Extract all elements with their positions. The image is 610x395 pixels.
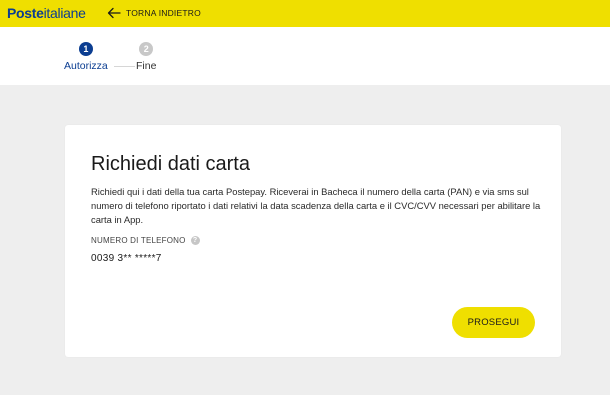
prosegui-button[interactable]: PROSEGUI xyxy=(452,307,535,338)
logo-regular-text: italiane xyxy=(43,5,86,21)
request-card-panel: Richiedi dati carta Richiedi qui i dati … xyxy=(65,125,561,357)
progress-steps: 1 Autorizza 2 Fine xyxy=(0,27,610,85)
phone-number-value: 0039 3** *****7 xyxy=(91,253,162,264)
poste-italiane-logo[interactable]: Posteitaliane xyxy=(7,5,86,21)
step-autorizza: 1 Autorizza xyxy=(64,42,108,72)
description-text: Richiedi qui i dati della tua carta Post… xyxy=(91,186,541,225)
page-title: Richiedi dati carta xyxy=(91,153,250,175)
step-label: Fine xyxy=(136,60,157,72)
info-icon[interactable]: ? xyxy=(190,236,200,245)
back-button-label: TORNA INDIETRO xyxy=(126,8,201,18)
step-fine: 2 Fine xyxy=(136,42,156,72)
step-number: 1 xyxy=(78,42,93,56)
phone-label-text: NUMERO DI TELEFONO xyxy=(91,236,186,245)
top-bar: Posteitaliane TORNA INDIETRO xyxy=(0,0,610,27)
step-number: 2 xyxy=(139,42,154,56)
step-connector xyxy=(114,66,135,67)
back-button[interactable]: TORNA INDIETRO xyxy=(107,5,201,21)
arrow-left-icon xyxy=(107,7,121,19)
phone-field-label: NUMERO DI TELEFONO ? xyxy=(91,236,200,245)
step-label: Autorizza xyxy=(64,60,108,72)
logo-bold-text: Poste xyxy=(7,5,44,21)
